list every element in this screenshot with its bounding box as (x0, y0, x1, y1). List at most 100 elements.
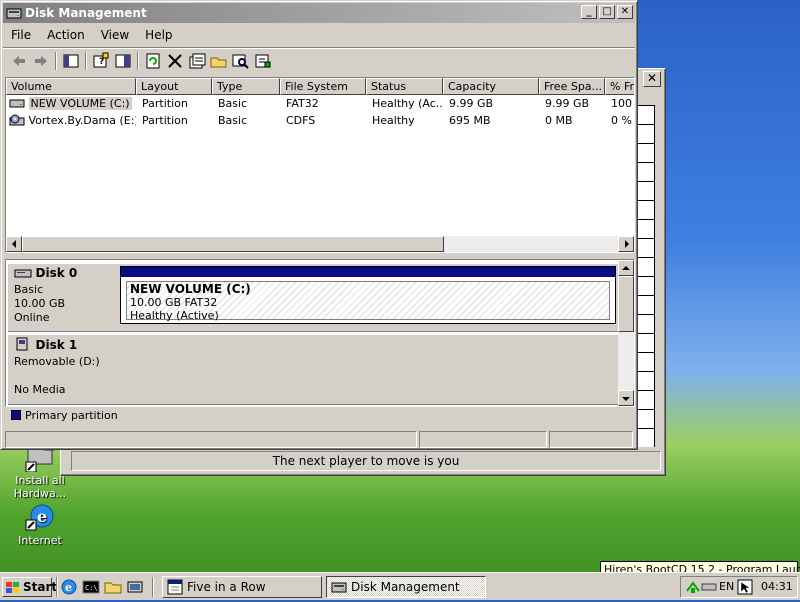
command-prompt-icon: C:\ (82, 580, 100, 599)
refresh-button[interactable] (143, 52, 163, 70)
maximize-button[interactable]: □ (599, 5, 615, 19)
language-indicator[interactable]: EN (719, 577, 734, 597)
column-header-capacity[interactable]: Capacity (443, 78, 539, 95)
disk-type: Basic (14, 283, 44, 296)
quick-launch-folder[interactable] (104, 578, 122, 596)
properties-button[interactable]: ? (91, 52, 111, 70)
type-cell: Basic (218, 114, 248, 127)
toolbar-separator (137, 52, 139, 70)
volume-name: NEW VOLUME (C:) (28, 97, 132, 110)
task-disk-management[interactable]: Disk Management (326, 576, 486, 598)
disk-name: Disk 1 (35, 338, 78, 352)
taskbar-separator (56, 577, 58, 597)
layout-cell: Partition (142, 97, 188, 110)
arrow-down-icon (622, 397, 630, 401)
properties-sheet-button[interactable] (187, 52, 207, 70)
show-desktop-icon (126, 581, 144, 599)
task-five-in-a-row[interactable]: Five in a Row (162, 576, 322, 598)
desktop-icon-label: Internet (18, 534, 62, 547)
disk-1-label[interactable]: Disk 1 Removable (D:) No Media (8, 335, 118, 405)
partition-status: Healthy (Active) (130, 309, 219, 322)
game-status: The next player to move is you (71, 451, 661, 471)
close-icon: ✕ (646, 71, 658, 85)
list-header: Volume Layout Type File System Status Ca… (6, 78, 634, 95)
status-pane (419, 431, 547, 448)
legend: Primary partition (5, 407, 635, 425)
maximize-icon: □ (602, 6, 612, 17)
quick-launch-desktop[interactable] (126, 578, 144, 596)
windows-logo-icon (6, 581, 20, 593)
back-button[interactable] (9, 52, 29, 70)
desktop-icon-label: Install all Hardwa... (13, 474, 67, 500)
menu-help[interactable]: Help (137, 25, 180, 45)
quick-launch-explorer[interactable]: e (60, 578, 78, 596)
disk-state: No Media (14, 383, 66, 396)
settings-button[interactable] (253, 52, 273, 70)
disk-1-partitions (118, 335, 618, 405)
layout-cell: Partition (142, 114, 188, 127)
start-label: Start (23, 580, 58, 594)
help-button[interactable] (113, 52, 133, 70)
column-header-type[interactable]: Type (212, 78, 280, 95)
vertical-scrollbar[interactable] (618, 260, 634, 406)
toolbar-separator (85, 52, 87, 70)
disk-management-window: Disk Management _ □ ✕ File Action View Help… (0, 0, 638, 450)
forward-button[interactable] (31, 52, 51, 70)
search-button[interactable] (231, 52, 251, 70)
disk-size (14, 369, 112, 383)
disk-icon (14, 267, 32, 283)
menu-view[interactable]: View (93, 25, 137, 45)
program-launcher-tray-icon[interactable] (737, 579, 753, 602)
arrow-right-icon (625, 240, 629, 248)
toolbar: ? (3, 47, 635, 73)
clock: 04:31 (761, 580, 793, 593)
disk-0-label[interactable]: Disk 0 Basic 10.00 GB Online (8, 264, 118, 332)
disk-management-icon (6, 6, 22, 20)
capacity-cell: 9.99 GB (449, 97, 494, 110)
title-bar[interactable]: Disk Management _ □ ✕ (3, 3, 635, 23)
open-folder-button[interactable] (209, 52, 229, 70)
hardware-tray-icon[interactable] (685, 579, 701, 602)
column-header-volume[interactable]: Volume (6, 78, 136, 95)
removable-disk-icon (14, 337, 32, 355)
menu-file[interactable]: File (3, 25, 39, 45)
menu-action[interactable]: Action (39, 25, 93, 45)
horizontal-scrollbar[interactable] (6, 236, 634, 252)
percent-free-cell: 100 % (611, 97, 634, 110)
table-row[interactable]: NEW VOLUME (C:) Partition Basic FAT32 He… (6, 95, 634, 112)
scroll-down-button[interactable] (618, 390, 634, 406)
scroll-right-button[interactable] (618, 236, 634, 252)
delete-button[interactable] (165, 52, 185, 70)
close-button[interactable]: ✕ (643, 71, 661, 87)
game-board[interactable] (637, 105, 655, 447)
partition-new-volume-c[interactable]: NEW VOLUME (C:) 10.00 GB FAT32 Healthy (… (120, 266, 616, 324)
column-header-file-system[interactable]: File System (280, 78, 366, 95)
volume-list[interactable]: Volume Layout Type File System Status Ca… (5, 77, 635, 253)
folder-icon (104, 582, 122, 599)
scroll-thumb[interactable] (22, 236, 444, 252)
scroll-left-button[interactable] (6, 236, 22, 252)
column-header-layout[interactable]: Layout (136, 78, 212, 95)
desktop-icon-internet[interactable]: e Internet (8, 500, 72, 547)
taskbar: Start e C:\ Five in a Row Disk Managemen… (0, 572, 800, 600)
disk-0-partitions: NEW VOLUME (C:) 10.00 GB FAT32 Healthy (… (118, 264, 618, 332)
show-hide-tree-button[interactable] (61, 52, 81, 70)
scroll-up-button[interactable] (618, 260, 634, 276)
toolbar-separator (55, 52, 57, 70)
column-header-free-space[interactable]: Free Spa... (539, 78, 605, 95)
start-button[interactable]: Start (2, 577, 57, 597)
percent-free-cell: 0 % (611, 114, 632, 127)
disk-name: Disk 0 (35, 266, 78, 280)
disk-graphical-view[interactable]: Disk 0 Basic 10.00 GB Online NEW VOLUME … (5, 259, 635, 407)
disk-management-icon (331, 579, 347, 595)
table-row[interactable]: Vortex.By.Dama (E:) Partition Basic CDFS… (6, 112, 634, 129)
column-header-status[interactable]: Status (366, 78, 443, 95)
volume-name: Vortex.By.Dama (E:) (28, 114, 137, 127)
close-button[interactable]: ✕ (617, 5, 633, 19)
disk-size: 10.00 GB (14, 297, 66, 310)
minimize-button[interactable]: _ (581, 5, 597, 19)
scroll-thumb[interactable] (618, 276, 634, 332)
column-header-percent-free[interactable]: % Fre (605, 78, 634, 95)
quick-launch-command-prompt[interactable]: C:\ (82, 578, 100, 596)
drive-tray-icon[interactable] (701, 580, 717, 601)
